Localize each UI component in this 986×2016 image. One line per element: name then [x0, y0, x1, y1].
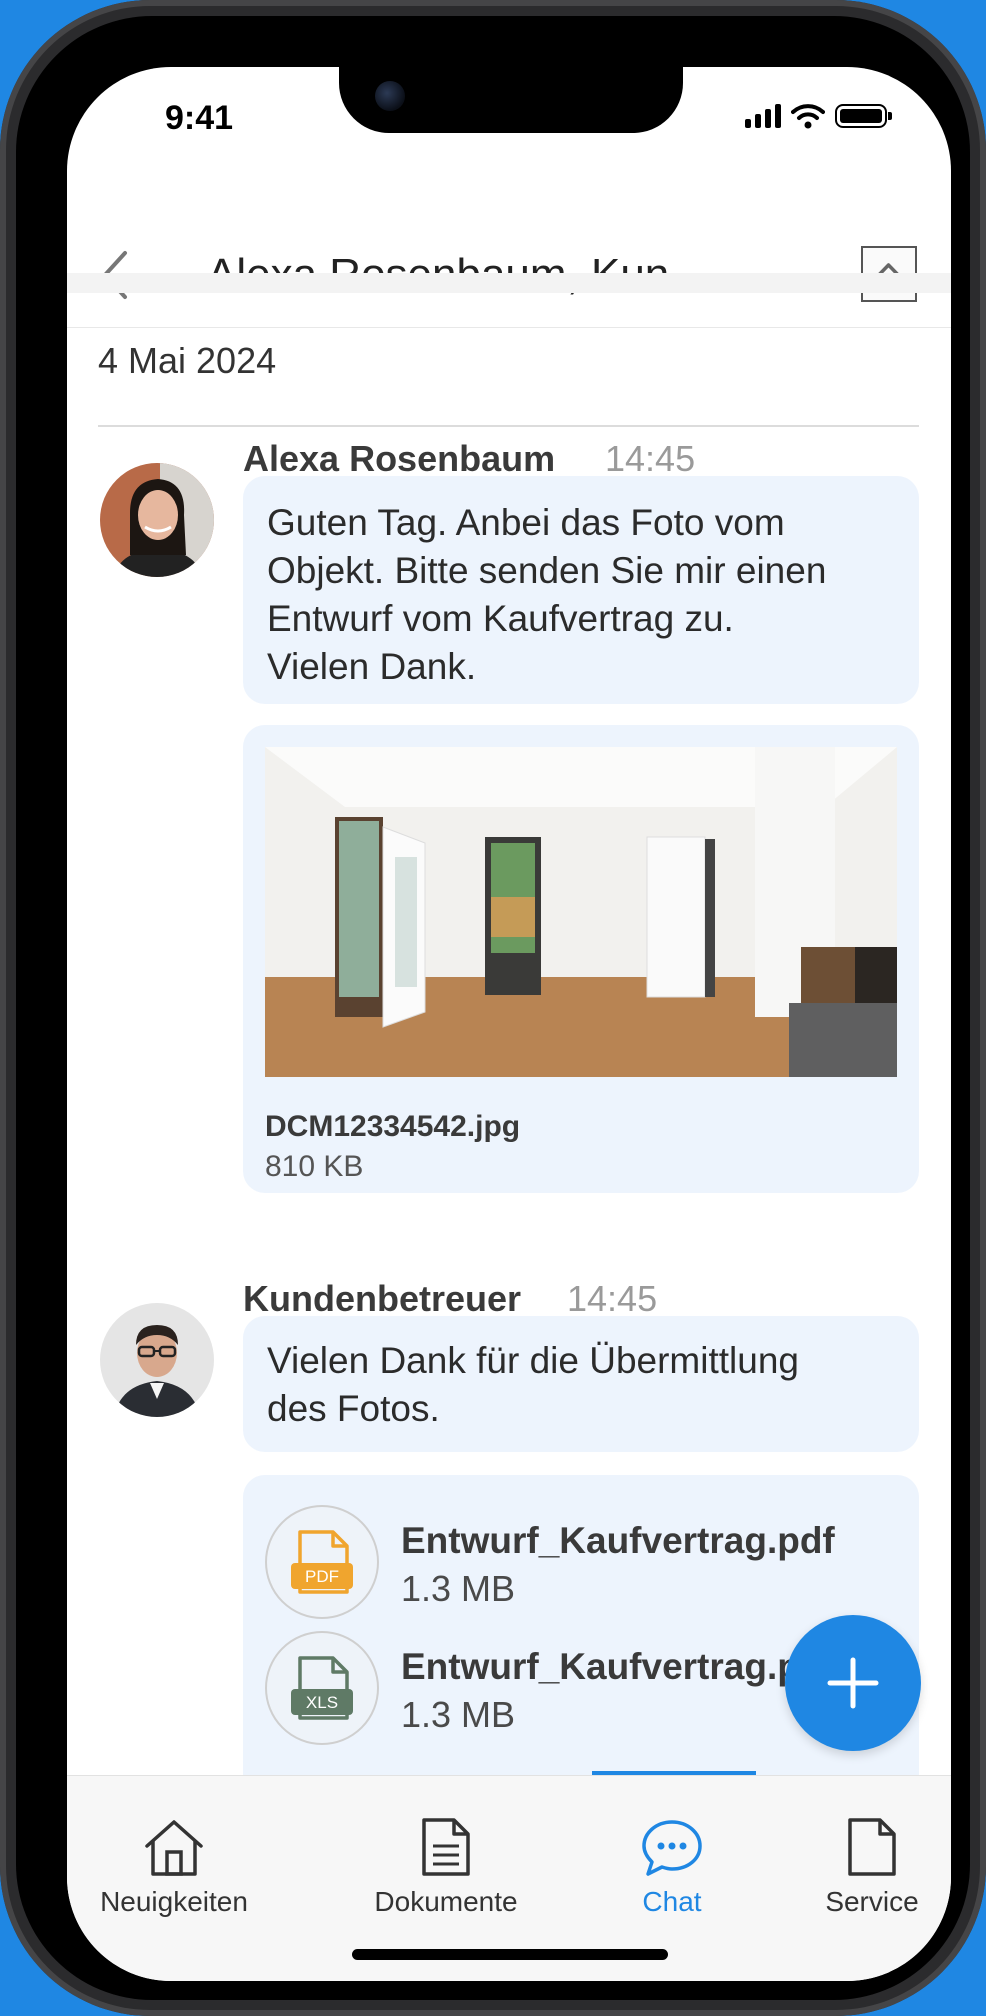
- xls-file-icon: XLS: [291, 1656, 353, 1720]
- message-bubble[interactable]: Guten Tag. Anbei das Foto vom Objekt. Bi…: [243, 476, 919, 704]
- tab-label: Chat: [642, 1886, 702, 1917]
- file-item[interactable]: XLS: [265, 1631, 379, 1745]
- header-shadow: [67, 273, 951, 293]
- add-button[interactable]: [785, 1615, 921, 1751]
- phone-bezel: 9:41 Alexa Rosenbaum, Kunden...: [16, 16, 970, 2000]
- wifi-icon: [791, 104, 825, 129]
- avatar[interactable]: [100, 463, 214, 577]
- room-photo-icon: [265, 747, 897, 1077]
- avatar-man-icon: [100, 1303, 214, 1417]
- status-icons: [745, 103, 892, 129]
- tab-chat[interactable]: Chat: [572, 1816, 772, 1926]
- screen: 9:41 Alexa Rosenbaum, Kunden...: [67, 67, 951, 1981]
- avatar[interactable]: [100, 1303, 214, 1417]
- file-name: Entwurf_Kaufvertrag.pdf: [401, 1520, 835, 1561]
- image-attachment[interactable]: DCM12334542.jpg 810 KB: [243, 725, 919, 1193]
- scroll-indicator: [592, 1771, 756, 1775]
- battery-icon: [835, 104, 892, 128]
- message-text-line: Vielen Dank.: [267, 646, 477, 687]
- avatar-woman-icon: [100, 463, 214, 577]
- attachment-file-size: 810 KB: [265, 1150, 364, 1183]
- message-text-line: Guten Tag. Anbei das Foto vom: [267, 502, 785, 543]
- file-name: Entwurf_Kaufvertrag.pdf: [401, 1646, 835, 1687]
- home-icon: [145, 1820, 203, 1876]
- chat-bubble-icon: [642, 1820, 702, 1876]
- attachment-photo[interactable]: [265, 747, 897, 1077]
- status-time: 9:41: [165, 99, 234, 137]
- message-text-line: Entwurf vom Kaufvertrag zu.: [267, 598, 734, 639]
- file-type-label: PDF: [305, 1567, 339, 1586]
- phone-frame: 9:41 Alexa Rosenbaum, Kunden...: [0, 0, 986, 2016]
- file-item[interactable]: PDF: [265, 1505, 379, 1619]
- tab-label: Neuigkeiten: [100, 1886, 248, 1917]
- tab-neuigkeiten[interactable]: Neuigkeiten: [74, 1816, 274, 1926]
- tab-dokumente[interactable]: Dokumente: [346, 1816, 546, 1926]
- message-bubble[interactable]: Vielen Dank für die Übermittlung des Fot…: [243, 1316, 919, 1452]
- document-lines-icon: [422, 1818, 470, 1876]
- message-text-line: des Fotos.: [267, 1388, 440, 1429]
- front-camera: [375, 81, 405, 111]
- tab-service[interactable]: Service: [772, 1816, 951, 1926]
- home-indicator[interactable]: [352, 1949, 668, 1960]
- message-text-line: Objekt. Bitte senden Sie mir einen: [267, 550, 827, 591]
- pdf-file-icon: PDF: [291, 1530, 353, 1594]
- file-size: 1.3 MB: [401, 1568, 516, 1609]
- date-separator: 4 Mai 2024: [98, 340, 277, 381]
- file-type-label: XLS: [306, 1693, 338, 1712]
- tab-label: Dokumente: [374, 1886, 518, 1917]
- cellular-signal-icon: [745, 104, 781, 128]
- tab-label: Service: [825, 1886, 919, 1917]
- chat-content[interactable]: 4 Mai 2024 Alexa Rosenbaum 14:45 Guten T…: [67, 293, 951, 1775]
- message-text-line: Vielen Dank für die Übermittlung: [267, 1340, 799, 1381]
- plus-icon: [827, 1657, 879, 1709]
- file-size: 1.3 MB: [401, 1694, 516, 1735]
- document-icon: [848, 1818, 896, 1876]
